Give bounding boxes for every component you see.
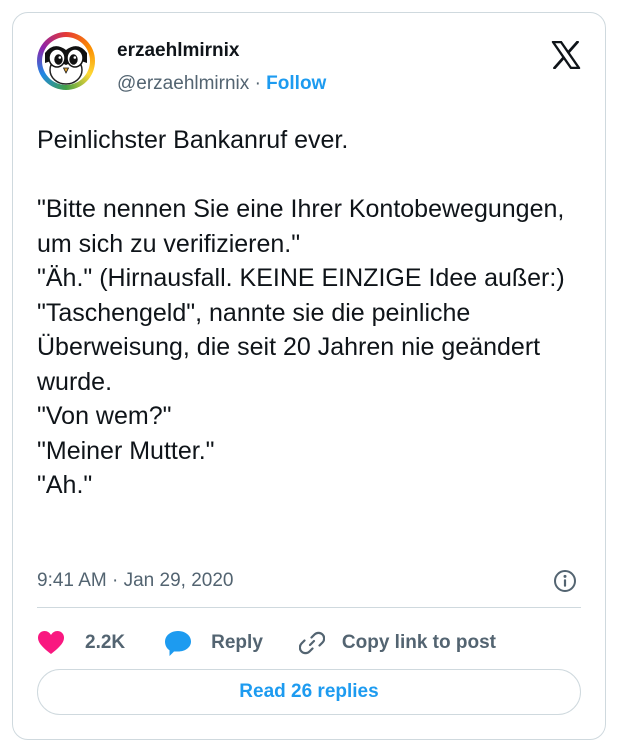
separator: · <box>254 73 261 94</box>
divider <box>37 607 581 608</box>
tweet-timestamp[interactable]: 9:41 AM · Jan 29, 2020 <box>37 570 233 592</box>
tweet-text: Peinlichster Bankanruf ever. "Bitte nenn… <box>37 126 565 499</box>
like-button[interactable]: 2.2K <box>37 630 125 656</box>
x-logo-icon[interactable] <box>551 40 581 70</box>
info-icon[interactable] <box>553 569 577 593</box>
chat-bubble-icon <box>163 629 193 657</box>
copy-link-button[interactable]: Copy link to post <box>298 630 496 656</box>
read-replies-button[interactable]: Read 26 replies <box>37 669 581 715</box>
like-count: 2.2K <box>85 632 126 653</box>
follow-link[interactable]: Follow <box>266 73 326 94</box>
heart-icon <box>37 630 65 656</box>
reply-button[interactable]: Reply <box>163 629 263 657</box>
tweet-card: erzaehlmirnix @erzaehlmirnix · Follow Pe… <box>12 12 606 740</box>
author-handle[interactable]: @erzaehlmirnix <box>117 73 249 94</box>
link-icon <box>298 630 325 656</box>
action-bar: 2.2K Reply Copy link to post <box>37 623 496 663</box>
author-handle-row: @erzaehlmirnix · Follow <box>117 73 326 95</box>
reply-label: Reply <box>211 632 263 653</box>
author-name[interactable]: erzaehlmirnix <box>117 40 240 62</box>
copy-link-label: Copy link to post <box>341 632 496 653</box>
avatar[interactable] <box>37 32 95 90</box>
owl-face-icon <box>42 37 90 85</box>
